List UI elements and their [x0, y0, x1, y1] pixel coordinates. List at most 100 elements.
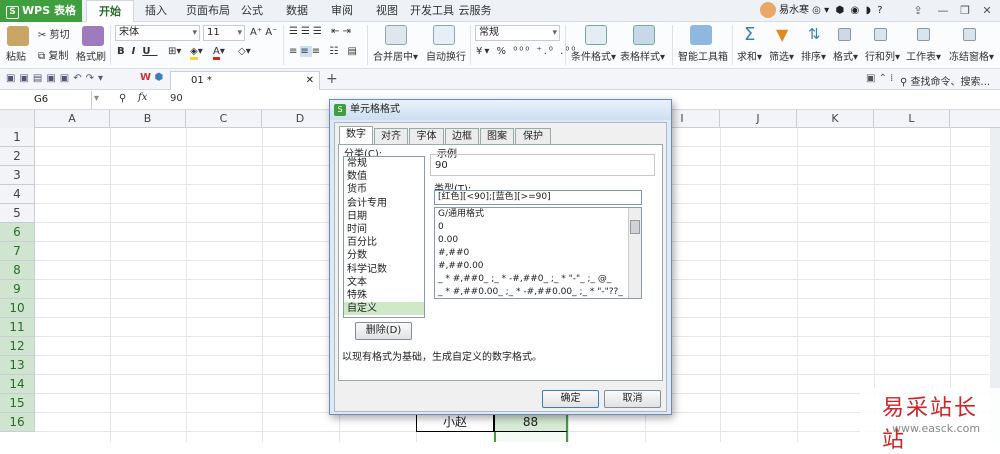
format-list-scrollbar[interactable] [628, 208, 641, 298]
format-painter-button[interactable] [82, 26, 104, 46]
user-area[interactable]: 易水寒 ◎ ▾ ⬢ ◉ ◗ ? [760, 0, 883, 22]
fill-color-icon[interactable]: ◈▾ [190, 46, 203, 60]
category-item[interactable]: 科学记数 [344, 263, 424, 276]
format-item[interactable]: 0.00 [435, 234, 627, 247]
ribbon-tab-6[interactable]: 审阅 [323, 0, 361, 22]
column-header-L[interactable]: L [874, 110, 950, 128]
share-icon[interactable]: ⇪ [909, 2, 927, 19]
column-header-A[interactable]: A [35, 110, 110, 128]
row-header-3[interactable]: 3 [0, 166, 35, 185]
format-item[interactable]: G/通用格式 [435, 208, 627, 221]
column-header-C[interactable]: C [186, 110, 262, 128]
font-name-select[interactable]: 宋体 [115, 25, 200, 41]
dialog-title-bar[interactable]: S 单元格格式 [330, 100, 671, 120]
freeze-button[interactable] [963, 27, 976, 41]
number-format-icons[interactable]: ¥▾ % ⁰⁰⁰ ⁺.⁰ .⁰⁰ [476, 46, 577, 57]
clear-format-icon[interactable]: ◇▾ [238, 46, 251, 57]
row-header-1[interactable]: 1 [0, 128, 35, 147]
row-header-4[interactable]: 4 [0, 185, 35, 204]
dialog-tab-6[interactable]: 保护 [515, 128, 551, 144]
row-header-15[interactable]: 15 [0, 394, 35, 413]
scroll-thumb[interactable] [630, 220, 640, 234]
dialog-tab-5[interactable]: 图案 [480, 128, 514, 144]
formula-input[interactable]: 90 [170, 93, 183, 104]
row-header-11[interactable]: 11 [0, 318, 35, 337]
ribbon-options-icons[interactable]: ▣ ⌃ ⁞ [866, 73, 893, 84]
row-header-16[interactable]: 16 [0, 413, 35, 432]
format-item[interactable]: _ * #,##0.00_ ;_ * -#,##0.00_ ;_ * "-"??… [435, 286, 627, 298]
smart-toolbox-button[interactable] [690, 25, 712, 45]
row-header-12[interactable]: 12 [0, 337, 35, 356]
category-item[interactable]: 文本 [344, 276, 424, 289]
format-item[interactable]: 0 [435, 221, 627, 234]
underline-icon[interactable]: U [142, 46, 157, 57]
category-item[interactable]: 自定义 [344, 302, 424, 316]
font-grow-icon[interactable]: A⁺ A⁻ [250, 27, 277, 38]
ribbon-tab-8[interactable]: 开发工具 [410, 0, 454, 22]
merge-center-button[interactable] [385, 25, 407, 45]
type-input[interactable]: [红色][<90];[蓝色][>=90] [434, 190, 642, 205]
number-format-select[interactable]: 常规 [475, 25, 560, 41]
font-color-icon[interactable]: A▾ [213, 46, 225, 60]
minimize-button[interactable]: — [934, 2, 952, 19]
format-list[interactable]: G/通用格式 0 0.00 #,##0 #,##0.00 _ * #,##0_ ;_ * … [434, 207, 642, 299]
ribbon-tab-7[interactable]: 视图 [368, 0, 406, 22]
document-tab[interactable]: 01 * ✕ [170, 71, 320, 90]
row-header-13[interactable]: 13 [0, 356, 35, 375]
ribbon-tab-5[interactable]: 数据 [278, 0, 316, 22]
cut-button[interactable]: ✂ 剪切 [38, 26, 70, 41]
quick-access-icons[interactable]: ▣▣▤▣▣↶↷▾ [6, 73, 107, 84]
category-item[interactable]: 百分比 [344, 236, 424, 249]
close-button[interactable]: ✕ [978, 2, 996, 19]
ribbon-tab-2[interactable]: 插入 [137, 0, 175, 22]
format-item[interactable]: _ * #,##0_ ;_ * -#,##0_ ;_ * "-"_ ;_ @_ [435, 273, 627, 286]
row-header-9[interactable]: 9 [0, 280, 35, 299]
category-item[interactable]: 货币 [344, 183, 424, 196]
font-size-select[interactable]: 11 [203, 25, 245, 41]
fx-icon[interactable]: fx [138, 92, 147, 103]
dialog-tab-2[interactable]: 对齐 [374, 128, 408, 144]
column-header-J[interactable]: J [720, 110, 797, 128]
ribbon-tab-3[interactable]: 页面布局 [181, 0, 235, 22]
column-header-B[interactable]: B [110, 110, 186, 128]
row-header-14[interactable]: 14 [0, 375, 35, 394]
worksheet-button[interactable] [917, 27, 930, 41]
conditional-format-button[interactable] [585, 25, 607, 45]
close-tab-icon[interactable]: ✕ [306, 72, 314, 90]
dialog-tab-4[interactable]: 边框 [445, 128, 479, 144]
dialog-tab-1[interactable]: 数字 [339, 126, 373, 144]
row-header-8[interactable]: 8 [0, 261, 35, 280]
category-list[interactable]: 常规 数值 货币 会计专用 日期 时间 百分比 分数 科学记数 文本 特殊 自定义 [343, 156, 425, 318]
wps-icon[interactable]: W ⬢ [140, 72, 163, 83]
bold-icon[interactable]: B [117, 46, 132, 57]
row-header-6[interactable]: 6 [0, 223, 35, 242]
cell-g16[interactable]: 88 [494, 413, 568, 432]
wrap-text-button[interactable] [433, 25, 455, 45]
cell-e16[interactable]: 小赵 [416, 413, 494, 432]
filter-icon[interactable]: ▼ [776, 25, 788, 44]
category-item[interactable]: 会计专用 [344, 197, 424, 210]
ok-button[interactable]: 确定 [542, 390, 599, 408]
row-header-5[interactable]: 5 [0, 204, 35, 223]
format-item[interactable]: #,##0.00 [435, 260, 627, 273]
table-style-button[interactable] [633, 25, 655, 45]
category-item[interactable]: 数值 [344, 170, 424, 183]
row-header-7[interactable]: 7 [0, 242, 35, 261]
align-top-icons[interactable]: ☰☰☰ ⇤⇥ [289, 26, 354, 37]
italic-icon[interactable]: I [132, 46, 143, 57]
row-col-button[interactable] [874, 27, 887, 41]
column-header-K[interactable]: K [797, 110, 874, 128]
category-item[interactable]: 日期 [344, 210, 424, 223]
paste-button[interactable] [7, 26, 29, 46]
cancel-button[interactable]: 取消 [604, 390, 661, 408]
format-item[interactable]: #,##0 [435, 247, 627, 260]
category-item[interactable]: 时间 [344, 223, 424, 236]
format-button[interactable] [838, 27, 851, 41]
delete-button[interactable]: 删除(D) [355, 322, 412, 340]
name-box[interactable]: G6 [0, 91, 92, 109]
search-box[interactable]: ⚲ 查找命令、搜索... [900, 73, 990, 88]
row-header-10[interactable]: 10 [0, 299, 35, 318]
dialog-tab-3[interactable]: 字体 [409, 128, 444, 144]
sum-icon[interactable]: Σ [744, 24, 755, 45]
restore-button[interactable]: ❐ [956, 2, 974, 19]
